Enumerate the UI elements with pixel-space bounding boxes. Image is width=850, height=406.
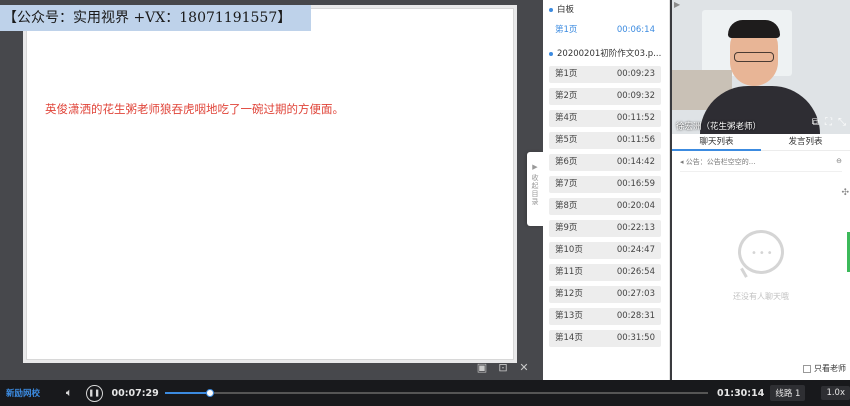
chapter-item-time: 00:26:54: [616, 267, 655, 277]
chevron-right-icon: ▶: [532, 163, 538, 171]
announcement-text: 公告：公告栏空空的...: [685, 158, 756, 166]
chapter-item-label: 第12页: [555, 289, 583, 299]
megaphone-icon: ◂: [680, 158, 684, 166]
chapter-item-time: 00:09:32: [616, 91, 655, 101]
chapter-item[interactable]: 第2页 00:09:32: [549, 88, 661, 105]
progress-handle[interactable]: [205, 389, 214, 397]
teacher-glasses: [734, 52, 774, 62]
line-select-button[interactable]: 线路 1: [770, 385, 806, 401]
chapter-group: 20200201初阶作文03.p...: [543, 44, 669, 64]
teacher-name: 徐宏洲（花生粥老师）: [676, 122, 762, 132]
chapter-item[interactable]: 第13页 00:28:31: [549, 308, 661, 325]
slide-text: 英俊潇洒的花生粥老师狼吞虎咽地吃了一碗过期的方便面。: [45, 102, 344, 116]
chapter-item-label: 第9页: [555, 223, 578, 233]
screenshot-icon[interactable]: ⊡: [497, 362, 509, 374]
tab-speak-list[interactable]: 发言列表: [761, 134, 850, 150]
bullet-icon: [549, 7, 553, 12]
slide-stage: 英俊潇洒的花生粥老师狼吞虎咽地吃了一碗过期的方便面。 【公众号：实用视界 +VX…: [0, 0, 543, 380]
chapter-item-time: 00:31:50: [616, 333, 655, 343]
chapter-item-time: 00:14:42: [616, 157, 655, 167]
chapter-item-label: 第7页: [555, 179, 578, 189]
chapter-group-items: 第1页 00:09:23 第2页 00:09:32 第4页 00:11:52 第5页 00:1…: [543, 66, 669, 347]
chapter-item[interactable]: 第6页 00:14:42: [549, 154, 661, 171]
video-controls: ⧉ ⛶ ⤡: [812, 117, 846, 128]
collapse-catalog-label: 收起目录: [531, 174, 539, 206]
watermark-banner: 【公众号：实用视界 +VX：18071191557】: [0, 5, 311, 31]
chapter-item-time: 00:06:14: [616, 25, 655, 35]
chat-empty-text: 还没有人聊天哦: [733, 292, 789, 301]
chapter-item-time: 00:28:31: [616, 311, 655, 321]
popout-icon[interactable]: ⧉: [812, 117, 819, 128]
chapter-item-time: 00:22:13: [616, 223, 655, 233]
progress-track[interactable]: [164, 389, 709, 397]
chapter-item[interactable]: 第4页 00:11:52: [549, 110, 661, 127]
chapter-item-label: 第14页: [555, 333, 583, 343]
chapter-item-time: 00:24:47: [616, 245, 655, 255]
chapter-item-label: 第13页: [555, 311, 583, 321]
chapter-item[interactable]: 第11页 00:26:54: [549, 264, 661, 281]
chapter-group-title: 20200201初阶作文03.p...: [557, 49, 662, 59]
chapter-item[interactable]: 第10页 00:24:47: [549, 242, 661, 259]
image-icon[interactable]: ▣: [476, 362, 488, 374]
chapter-item-label: 第4页: [555, 113, 578, 123]
chapter-item[interactable]: 第1页 00:09:23: [549, 66, 661, 83]
total-time: 01:30:14: [717, 387, 765, 399]
chapter-item[interactable]: 第1页 00:06:14: [549, 22, 661, 39]
player-control-bar: 新励网校 🔈︎ ❚❚ 00:07:29 01:30:14 线路 1 1.0x: [0, 380, 850, 406]
settings-icon[interactable]: ✣: [841, 188, 849, 198]
chapter-item-label: 第8页: [555, 201, 578, 211]
chapter-item-label: 第5页: [555, 135, 578, 145]
chapter-item-time: 00:09:23: [616, 69, 655, 79]
chapter-item-time: 00:27:03: [616, 289, 655, 299]
chapter-group: 白板: [543, 0, 669, 20]
chapter-item-label: 第10页: [555, 245, 583, 255]
current-time: 00:07:29: [111, 387, 159, 399]
chapter-item-label: 第2页: [555, 91, 578, 101]
pause-button[interactable]: ❚❚: [85, 384, 103, 402]
chapter-item-label: 第6页: [555, 157, 578, 167]
volume-icon[interactable]: 🔈︎: [61, 384, 78, 402]
close-icon[interactable]: ✕: [518, 362, 530, 374]
chapter-item[interactable]: 第12页 00:27:03: [549, 286, 661, 303]
chapter-item[interactable]: 第9页 00:22:13: [549, 220, 661, 237]
chapter-item[interactable]: 第8页 00:20:04: [549, 198, 661, 215]
clear-icon[interactable]: ⊖: [836, 157, 842, 167]
chapter-item-time: 00:11:52: [616, 113, 655, 123]
chapter-list: 白板 第1页 00:06:14 20200201初阶作文03.p... 第1页 0…: [543, 0, 670, 380]
only-teacher-label: 只看老师: [814, 364, 846, 373]
chevron-right-icon[interactable]: ▶: [674, 0, 680, 9]
bullet-icon: [549, 51, 553, 56]
teacher-hair: [728, 20, 780, 38]
chat-panel: 聊天列表 发言列表 ◂ 公告：公告栏空空的... ⊖ ✣ ••• 还没有人聊天哦…: [672, 134, 850, 380]
speed-button[interactable]: 1.0x: [821, 386, 850, 400]
chapter-item[interactable]: 第5页 00:11:56: [549, 132, 661, 149]
collapse-catalog-tab[interactable]: ▶ 收起目录: [527, 152, 543, 226]
chapter-item-label: 第11页: [555, 267, 583, 277]
fullscreen-icon[interactable]: ⛶: [825, 117, 832, 128]
announcement: ◂ 公告：公告栏空空的... ⊖: [680, 157, 842, 172]
slide-toolbar: ▣ ⊡ ✕: [476, 362, 530, 374]
teacher-video[interactable]: ▶ 徐宏洲（花生粥老师） ⧉ ⛶ ⤡: [672, 0, 850, 134]
chapter-item[interactable]: 第7页 00:16:59: [549, 176, 661, 193]
checkbox-icon[interactable]: [803, 364, 811, 373]
progress-fill: [164, 392, 210, 394]
chapter-item-time: 00:11:56: [616, 135, 655, 145]
chapter-item-time: 00:16:59: [616, 179, 655, 189]
whiteboard-slide: 英俊潇洒的花生粥老师狼吞虎咽地吃了一碗过期的方便面。: [26, 8, 514, 360]
brand-logo: 新励网校: [6, 389, 41, 399]
chapter-group-title: 白板: [557, 5, 575, 15]
chapter-item[interactable]: 第14页 00:31:50: [549, 330, 661, 347]
tab-chat-list[interactable]: 聊天列表: [672, 134, 761, 151]
chapter-item-time: 00:20:04: [616, 201, 655, 211]
shrink-icon[interactable]: ⤡: [838, 117, 846, 128]
only-teacher-toggle[interactable]: 只看老师: [803, 363, 846, 374]
chapter-item-label: 第1页: [555, 25, 578, 35]
chapter-item-label: 第1页: [555, 69, 578, 79]
chat-tabs: 聊天列表 发言列表: [672, 134, 850, 151]
